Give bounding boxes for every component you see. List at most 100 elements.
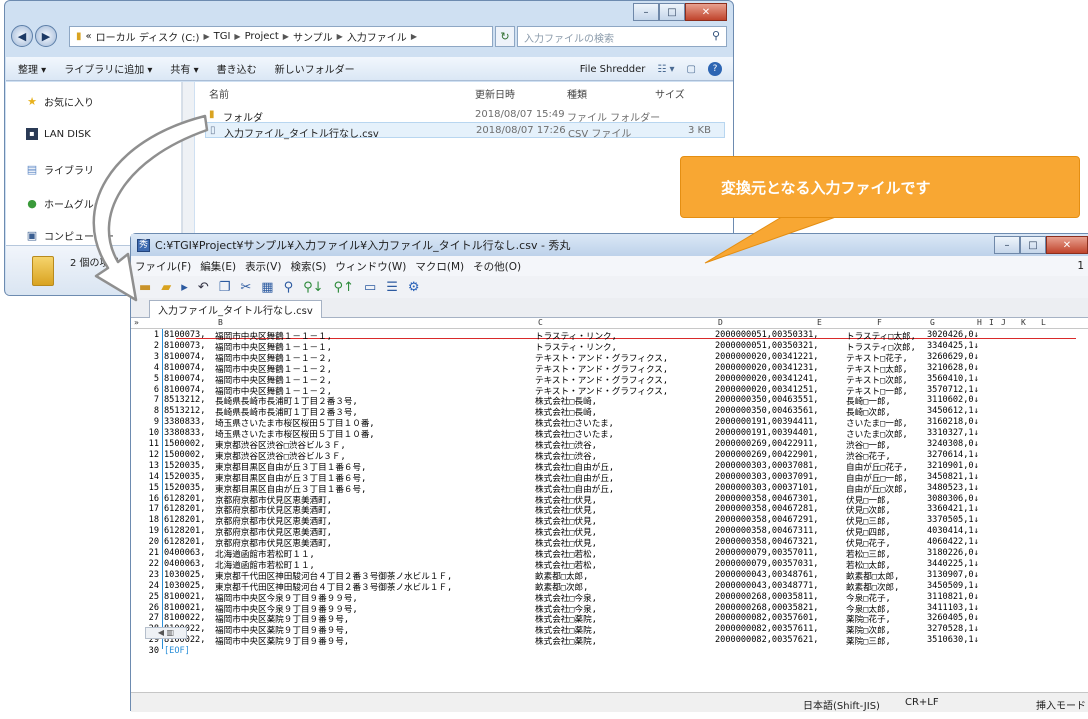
search-input[interactable]: 入力ファイルの検索 ⚲ [517,26,727,47]
close-button[interactable]: ✕ [685,3,727,21]
csv-field: 1520035, [164,460,206,471]
address-seg-4[interactable]: サンプル [293,29,333,44]
view-icon[interactable]: ☷ ▾ [657,64,674,75]
csv-field: 4030414,1↓ [927,526,979,537]
csv-field: 1030025, [164,580,206,591]
csv-field: 2000000303,00037091, [715,471,819,482]
search-icon[interactable]: ⚲ [284,280,294,295]
open-file-icon[interactable]: ▰ [161,280,171,295]
tab-csv-file[interactable]: 入力ファイル_タイトル行なし.csv [149,300,322,318]
file-row[interactable]: ▮ フォルダ 2018/08/07 15:49 ファイル フォルダー [205,107,725,124]
address-bar[interactable]: ▮ « ローカル ディスク (C:) ▶ TGI ▶ Project ▶ サンプル ▶ … [69,26,493,47]
menu-search[interactable]: 検索(S) [290,259,326,274]
file-size: 3 KB [688,125,711,136]
menu-edit[interactable]: 編集(E) [200,259,236,274]
csv-field: 0400063, [164,548,206,558]
csv-field: 6128201, [164,537,206,548]
close-button[interactable]: ✕ [1046,236,1088,254]
item-count: 2 個の項目 [70,258,120,269]
jump-icon[interactable]: ▸ [181,280,188,295]
csv-field: 3160218,0↓ [927,417,979,428]
search-up-icon[interactable]: ⚲↑ [334,280,354,295]
csv-field: 2000000303,00037081, [715,460,819,471]
editor-status-bar: 日本語(Shift-JIS) CR+LF 挿入モード [131,692,1088,712]
menu-right-indicator: 1 [1077,260,1084,272]
minimize-button[interactable]: – [994,236,1020,254]
newline-status[interactable]: CR+LF [905,697,939,708]
computer-icon: ▣ [26,228,38,242]
ruler-marker: » [134,318,139,327]
back-button[interactable]: ◀ [11,25,33,47]
nav-library[interactable]: ▤ ライブラリ [26,162,94,177]
column-date-header[interactable]: 更新日時 [475,86,515,101]
encoding-status[interactable]: 日本語(Shift-JIS) [803,697,880,712]
insert-mode-status[interactable]: 挿入モード [1036,697,1086,712]
address-seg-0[interactable]: « [86,31,92,42]
undo-icon[interactable]: ↶ [198,280,209,295]
horizontal-scrollbar[interactable]: ◀ ▥ [145,627,187,639]
nav-lan-disk[interactable]: ▪ LAN DISK [26,128,91,140]
csv-field: 2000000043,00348761, [715,569,819,580]
editor-title-bar: 秀 C:¥TGI¥Project¥サンプル¥入力ファイル¥入力ファイル_タイトル… [131,234,1088,256]
address-seg-5[interactable]: 入力ファイル [347,29,407,44]
address-seg-1[interactable]: ローカル ディスク (C:) [96,29,200,44]
settings-icon[interactable]: ⚙ [408,280,420,295]
search-icon: ⚲ [711,29,720,42]
refresh-button[interactable]: ↻ [495,26,515,47]
line-number: 23 [148,569,159,580]
nav-homegroup[interactable]: ● ホームグループ [26,196,113,211]
csv-field: 3440225,1↓ [927,558,979,569]
line-number: 14 [148,471,159,482]
address-seg-3[interactable]: Project [245,31,279,42]
text-area[interactable]: 1 8100073, 福岡市中央区舞鶴１－１－１, トラスティ・リンク, 2000000… [131,329,1088,719]
minimize-button[interactable]: – [633,3,659,21]
add-to-library-button[interactable]: ライブラリに追加 ▾ [64,61,152,76]
drive-icon: ▪ [26,128,38,140]
address-seg-2[interactable]: TGI [214,31,231,42]
help-icon[interactable]: ? [708,62,722,76]
burn-button[interactable]: 書き込む [217,61,257,76]
cut-icon[interactable]: ✂ [240,280,251,295]
line-number: 21 [148,548,159,558]
csv-field: 3360421,1↓ [927,504,979,515]
chevron-right-icon: ▶ [336,32,343,41]
column-size-header[interactable]: サイズ [655,86,685,101]
search-down-icon[interactable]: ⚲↓ [303,280,323,295]
menu-view[interactable]: 表示(V) [245,259,281,274]
share-button[interactable]: 共有 ▾ [170,61,198,76]
menu-file[interactable]: ファイル(F) [135,259,191,274]
hidemaru-app-icon: 秀 [137,238,150,252]
library-icon: ▤ [26,162,38,176]
callout-text: 変換元となる入力ファイルです [721,178,931,197]
line-number: 27 [148,613,159,624]
split-window-icon[interactable]: ☰ [386,280,398,295]
forward-button[interactable]: ▶ [35,25,57,47]
csv-field: 2000000020,00341221, [715,351,819,362]
new-folder-button[interactable]: 新しいフォルダー [275,61,355,76]
maximize-button[interactable]: □ [659,3,685,21]
menu-window[interactable]: ウィンドウ(W) [335,259,406,274]
preview-pane-icon[interactable]: ▢ [687,64,696,75]
csv-field: 3370505,1↓ [927,515,979,526]
nav-favorites[interactable]: ★ お気に入り [26,94,94,109]
line-number: 6 [153,384,159,395]
file-shredder-button[interactable]: File Shredder [580,64,646,75]
chevron-right-icon: ▶ [203,32,210,41]
nav-computer[interactable]: ▣ コンピューター [26,228,114,243]
line-number: 8 [153,406,159,417]
column-name-header[interactable]: 名前 [209,86,229,101]
grep-icon[interactable]: ▭ [364,280,376,295]
column-type-header[interactable]: 種類 [567,86,587,101]
copy-icon[interactable]: ❐ [219,280,231,295]
file-type: CSV ファイル [568,129,632,140]
new-file-icon[interactable]: ▬ [139,280,151,295]
csv-field: 2000000191,00394411, [715,417,819,428]
menu-macro[interactable]: マクロ(M) [415,259,464,274]
paste-icon[interactable]: ▦ [261,280,273,295]
file-row[interactable]: ▯ 入力ファイル_タイトル行なし.csv 2018/08/07 17:26 CS… [205,122,725,140]
menu-other[interactable]: その他(O) [473,259,521,274]
csv-field: 2000000350,00463561, [715,406,819,417]
maximize-button[interactable]: □ [1020,236,1046,254]
line-number: 22 [148,558,159,569]
organize-button[interactable]: 整理 ▾ [18,61,46,76]
